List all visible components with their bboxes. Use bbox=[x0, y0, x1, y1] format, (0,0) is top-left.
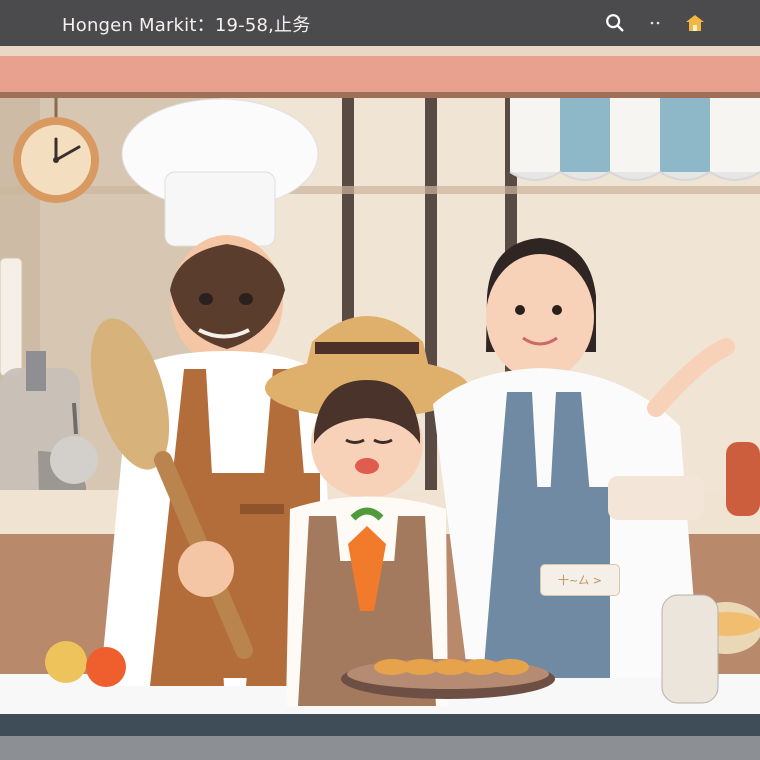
child-figure bbox=[265, 316, 469, 706]
search-icon[interactable] bbox=[602, 10, 628, 36]
home-icon[interactable] bbox=[682, 10, 708, 36]
window-header: Hongen Markit：19-58,止务 bbox=[0, 0, 760, 46]
window-title: Hongen Markit：19-58,止务 bbox=[62, 15, 311, 36]
illustration: 十~厶 > bbox=[0, 46, 760, 760]
screen: Hongen Markit：19-58,止务 十~厶 > bbox=[0, 0, 760, 760]
dots-icon[interactable] bbox=[642, 10, 668, 36]
sign-label: 十~厶 > bbox=[540, 564, 620, 596]
